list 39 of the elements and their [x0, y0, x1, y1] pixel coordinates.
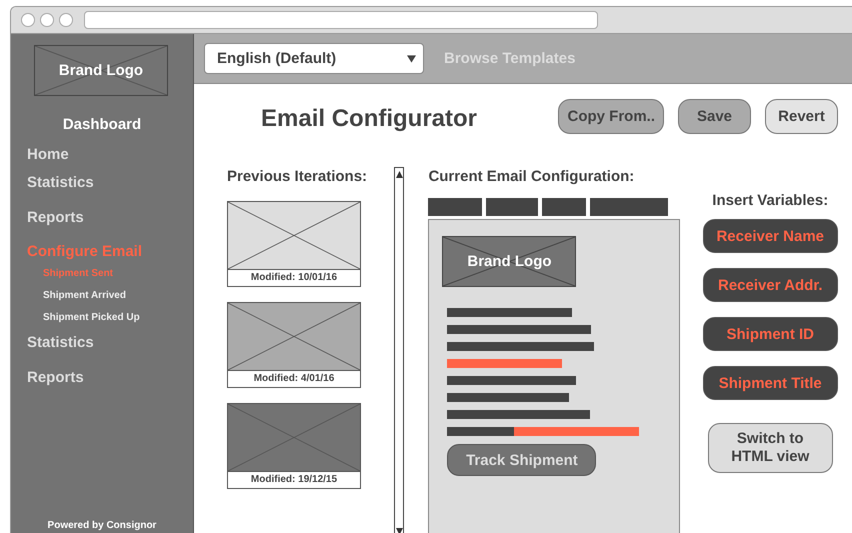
- scroll-up-icon[interactable]: [396, 171, 403, 178]
- scrollbar[interactable]: [394, 167, 404, 533]
- brand-logo-text: Brand Logo: [58, 62, 144, 79]
- caret-icon: [407, 54, 416, 62]
- variable-button[interactable]: Shipment Title: [702, 366, 838, 400]
- section-heading: Insert Variables:: [712, 192, 828, 209]
- section-heading: Previous Iterations:: [227, 168, 368, 185]
- nav-item[interactable]: Home: [27, 146, 193, 164]
- action-button[interactable]: Save: [678, 99, 751, 134]
- page-title: Email Configurator: [261, 104, 478, 133]
- nav-subitem[interactable]: Shipment Picked Up: [43, 311, 193, 324]
- thumbnail-caption: Modified: 10/01/16: [250, 271, 338, 285]
- variable-button[interactable]: Receiver Addr.: [702, 268, 838, 302]
- window-control-icon[interactable]: [40, 13, 54, 27]
- variable-button[interactable]: Shipment ID: [702, 317, 838, 351]
- action-button[interactable]: Revert: [765, 99, 838, 134]
- iteration-thumbnail[interactable]: Modified: 10/01/16: [227, 201, 361, 287]
- nav-item[interactable]: Statistics: [27, 334, 193, 352]
- iteration-thumbnail[interactable]: Modified: 19/12/15: [227, 403, 361, 489]
- footer-text: Powered by Consignor: [46, 520, 158, 531]
- iteration-thumbnail[interactable]: Modified: 4/01/16: [227, 302, 361, 388]
- window-control-icon[interactable]: [21, 13, 35, 27]
- nav-subitem[interactable]: Shipment Arrived: [43, 289, 193, 302]
- nav-item[interactable]: Statistics: [27, 174, 193, 192]
- nav-item[interactable]: Reports: [27, 369, 193, 387]
- thumbnail-caption: Modified: 4/01/16: [252, 372, 336, 386]
- nav-item[interactable]: Reports: [27, 209, 193, 227]
- window-control-icon[interactable]: [59, 13, 73, 27]
- language-select[interactable]: English (Default): [204, 43, 424, 74]
- thumbnail-caption: Modified: 19/12/15: [250, 473, 338, 487]
- track-shipment-button[interactable]: Track Shipment: [447, 444, 596, 476]
- section-heading: Current Email Configuration:: [428, 168, 636, 185]
- brand-logo-text: Brand Logo: [467, 253, 552, 270]
- action-button[interactable]: Copy From..: [558, 99, 664, 134]
- switch-view-button[interactable]: Switch to HTML view: [708, 423, 833, 473]
- sidebar-heading: Dashboard: [62, 116, 142, 133]
- variable-button[interactable]: Receiver Name: [702, 219, 838, 253]
- scroll-down-icon[interactable]: [396, 528, 403, 533]
- address-bar[interactable]: [84, 11, 598, 29]
